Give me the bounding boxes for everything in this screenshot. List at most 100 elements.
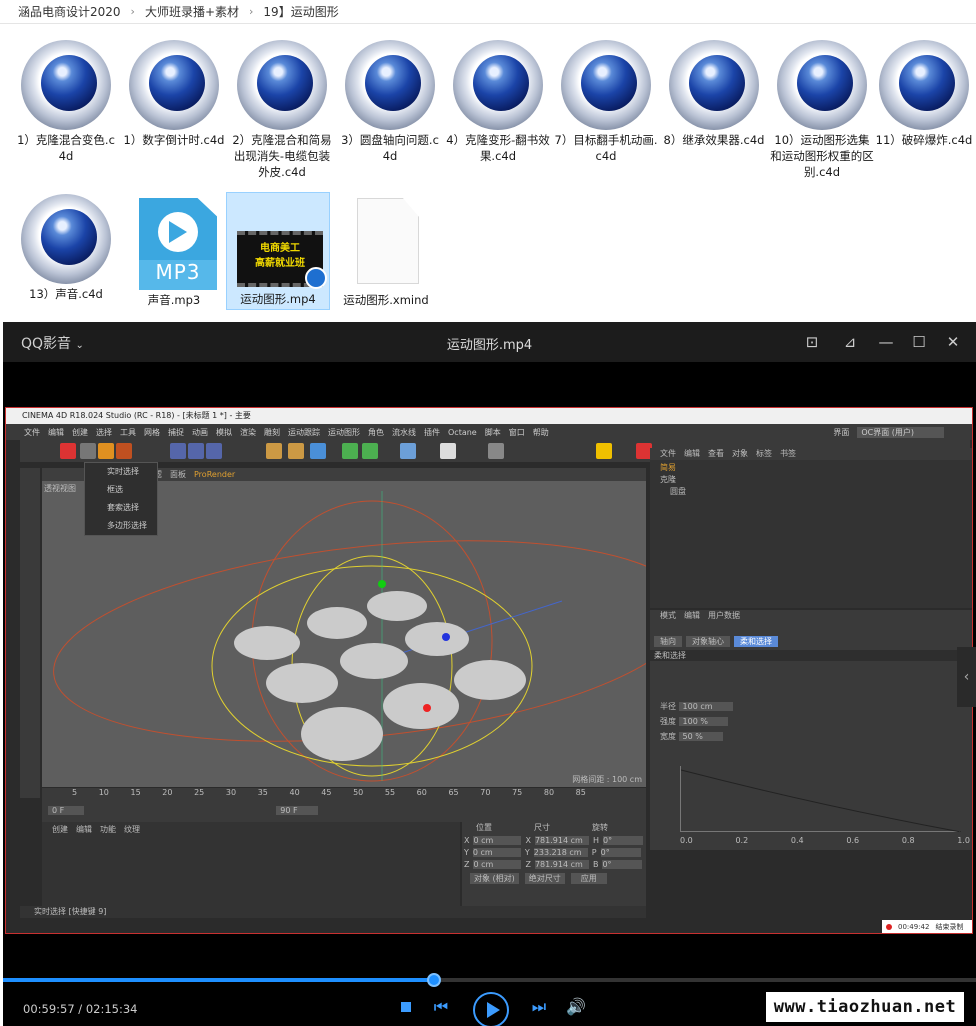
c4d-menu-item[interactable]: 创建 [72,427,88,438]
object-menu-item[interactable]: 对象 [732,448,748,460]
cube-icon[interactable] [310,443,326,459]
y-axis-icon[interactable] [188,443,204,459]
menu-item-live-select[interactable]: 实时选择 [85,463,157,481]
scale-tool-icon[interactable] [98,443,114,459]
width-field[interactable]: 50 % [678,732,723,741]
file-item[interactable]: 13）声音.c4d [14,194,118,302]
coord-mode-select[interactable]: 对象 (相对) [470,873,519,884]
position-field[interactable]: 0 cm [473,860,522,869]
c4d-menu-item[interactable]: 工具 [120,427,136,438]
play-button[interactable] [473,992,509,1026]
radius-field[interactable]: 100 cm [678,702,733,711]
material-menu-item[interactable]: 创建 [52,824,68,835]
attr-tab[interactable]: 轴向 [654,636,682,647]
attr-tab[interactable]: 对象轴心 [686,636,730,647]
display-mode-icon[interactable] [488,443,504,459]
breadcrumb-item[interactable]: 涵品电商设计2020 [18,3,121,20]
render-icon[interactable] [288,443,304,459]
material-menu-item[interactable]: 功能 [100,824,116,835]
file-item[interactable]: 1）克隆混合变色.c4d [14,40,118,164]
file-item[interactable]: 1）数字倒计时.c4d [122,40,226,148]
move-tool-icon[interactable] [80,443,96,459]
apply-button[interactable]: 应用 [570,873,607,884]
size-field[interactable]: 781.914 cm [534,836,589,845]
rotation-field[interactable]: 0° [602,860,643,869]
attr-menu-item[interactable]: 用户数据 [708,610,740,622]
menu-item-polygon-select[interactable]: 多边形选择 [85,517,157,535]
attr-menu-item[interactable]: 模式 [660,610,676,622]
strength-field[interactable]: 100 % [678,717,728,726]
rotation-field[interactable]: 0° [602,836,643,845]
object-menu-item[interactable]: 查看 [708,448,724,460]
c4d-menu-item[interactable]: 窗口 [509,427,525,438]
position-field[interactable]: 0 cm [472,848,521,857]
file-item[interactable]: 2）克隆混合和简易出现消失-电缆包装外皮.c4d [230,40,334,180]
object-menu-item[interactable]: 书签 [780,448,796,460]
c4d-menu-item[interactable]: 插件 [424,427,440,438]
c4d-menu-item[interactable]: 网格 [144,427,160,438]
file-item[interactable]: 8）继承效果器.c4d [662,40,766,148]
size-field[interactable]: 233.218 cm [533,848,588,857]
falloff-graph[interactable] [680,766,962,833]
object-menu-item[interactable]: 标签 [756,448,772,460]
file-item[interactable]: 运动图形.xmind [334,194,438,308]
c4d-menu-item[interactable]: 角色 [368,427,384,438]
menu-item-box-select[interactable]: 框选 [85,481,157,499]
next-button[interactable]: ⏭ [529,997,549,1017]
deformer-icon[interactable] [362,443,378,459]
live-select-icon[interactable] [60,443,76,459]
close-button[interactable]: ✕ [943,332,963,352]
timeline[interactable]: 5 10 15 20 25 30 35 40 45 50 55 60 65 70 75 80 85 0 F 90… [42,788,646,822]
side-panel-toggle[interactable]: ‹ [957,647,976,707]
light-icon[interactable] [440,443,456,459]
c4d-menu-item[interactable]: 运动跟踪 [288,427,320,438]
c4d-menu-item[interactable]: 流水线 [392,427,416,438]
c4d-menu-item[interactable]: 选择 [96,427,112,438]
frame-end-field[interactable]: 90 F [276,806,318,815]
c4d-menu-item[interactable]: 帮助 [533,427,549,438]
c4d-menu-item[interactable]: 脚本 [485,427,501,438]
size-field[interactable]: 781.914 cm [534,860,589,869]
minimize-button[interactable]: — [876,332,896,352]
volume-icon[interactable]: 🔊 [566,997,586,1016]
object-row[interactable]: 圆盘 [650,485,972,497]
stop-recording-button[interactable]: 结束录制 [935,922,963,932]
file-item[interactable]: MP3 声音.mp3 [122,194,226,308]
breadcrumb-item[interactable]: 大师班录播+素材 [145,3,239,20]
video-frame[interactable]: CINEMA 4D R18.024 Studio (RC - R18) - [未… [5,407,973,934]
c4d-menu-item[interactable]: 雕刻 [264,427,280,438]
viewport-menu-item[interactable]: ProRender [194,468,235,481]
object-menu-item[interactable]: 编辑 [684,448,700,460]
object-row[interactable]: 简易 [650,460,972,473]
c4d-menu-item[interactable]: 动画 [192,427,208,438]
attr-tab-active[interactable]: 柔和选择 [734,636,778,647]
stop-button[interactable] [401,1002,411,1012]
c4d-menu-item[interactable]: Octane [448,428,477,437]
frame-start-field[interactable]: 0 F [48,806,85,815]
generator-icon[interactable] [342,443,358,459]
c4d-menu-item[interactable]: 运动图形 [328,427,360,438]
seek-bar[interactable] [3,973,976,987]
object-row[interactable]: 克隆 [650,473,972,485]
z-axis-icon[interactable] [206,443,222,459]
menu-item-lasso-select[interactable]: 套索选择 [85,499,157,517]
pin-icon[interactable]: ⊿ [840,332,860,352]
file-item[interactable]: 10）运动图形选集和运动图形权重的区别.c4d [770,40,874,180]
file-item[interactable]: 11）破碎爆炸.c4d [872,40,976,148]
previous-button[interactable]: ⏮ [431,997,451,1017]
material-menu-item[interactable]: 编辑 [76,824,92,835]
attr-menu-item[interactable]: 编辑 [684,610,700,622]
breadcrumb-item[interactable]: 19】运动图形 [263,3,338,20]
layout-select[interactable]: OC界面 (用户) [857,426,944,438]
file-item-selected[interactable]: 电商美工 高薪就业班 运动图形.mp4 [226,192,330,310]
file-item[interactable]: 4）克隆变形-翻书效果.c4d [446,40,550,164]
object-menu-item[interactable]: 文件 [660,448,676,460]
file-item[interactable]: 3）圆盘轴向问题.c4d [338,40,442,164]
screenshot-icon[interactable]: ⊡ [802,332,822,352]
size-mode-select[interactable]: 绝对尺寸 [524,873,565,884]
viewport-menu-item[interactable]: 面板 [170,468,186,481]
render-view-icon[interactable] [266,443,282,459]
rotation-field[interactable]: 0° [600,848,641,857]
position-field[interactable]: 0 cm [473,836,522,845]
file-item[interactable]: 7）目标翻手机动画.c4d [554,40,658,164]
